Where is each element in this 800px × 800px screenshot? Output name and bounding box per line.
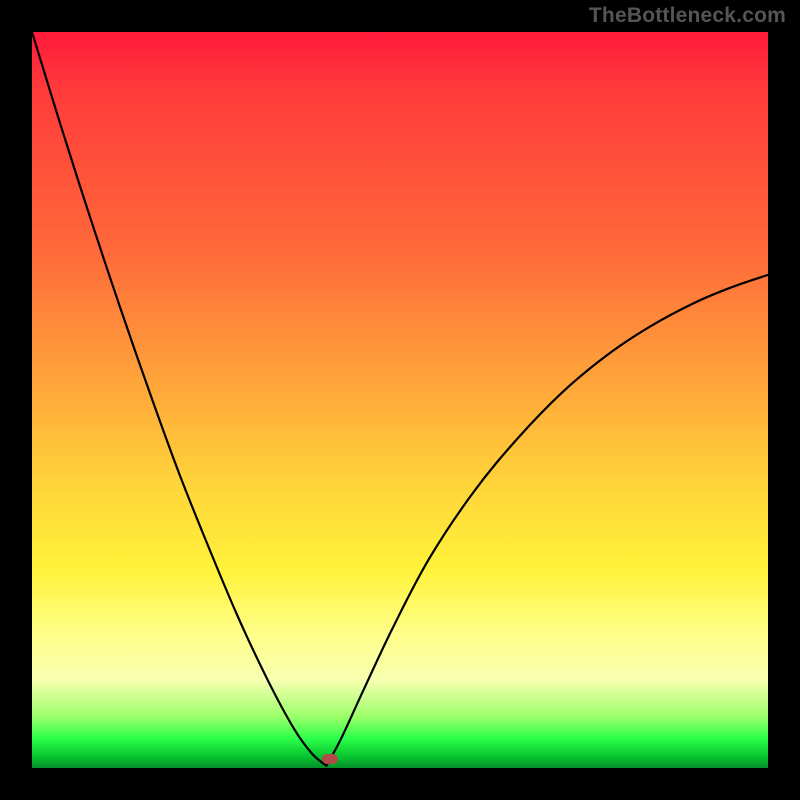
watermark-text: TheBottleneck.com [589,4,786,28]
bottleneck-plot [32,32,768,768]
right-branch-path [326,275,768,766]
curve-layer [32,32,768,768]
left-branch-path [32,32,326,766]
optimum-marker [322,754,338,764]
frame: TheBottleneck.com [0,0,800,800]
